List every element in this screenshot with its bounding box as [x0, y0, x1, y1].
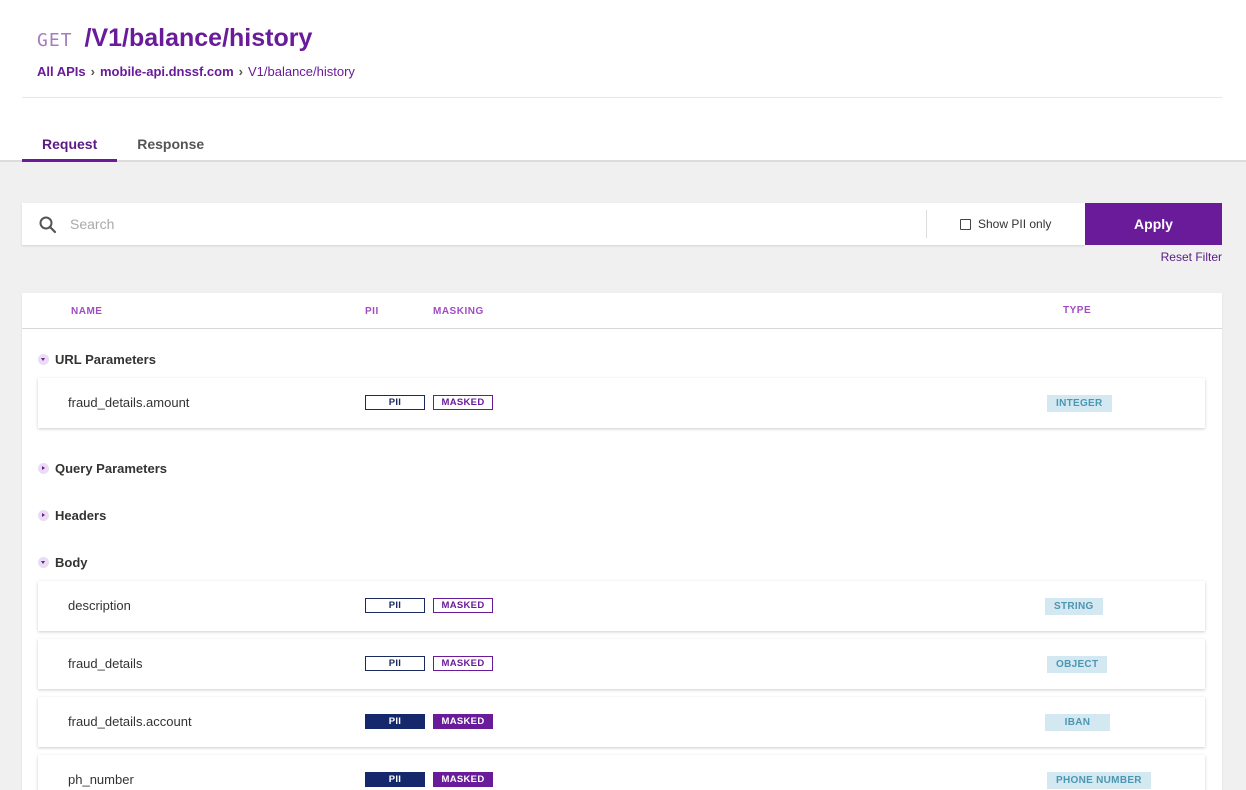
table-row[interactable]: ph_number PII MASKED PHONE NUMBER — [38, 755, 1205, 790]
endpoint-title: GET /V1/balance/history — [37, 24, 312, 53]
table-row[interactable]: fraud_details.account PII MASKED IBAN — [38, 697, 1205, 747]
breadcrumb-host[interactable]: mobile-api.dnssf.com — [100, 64, 234, 79]
reset-filter-link[interactable]: Reset Filter — [1161, 250, 1222, 264]
table-header: NAME PII MASKING TYPE — [22, 293, 1222, 329]
caret-down-icon — [38, 557, 49, 568]
field-name: fraud_details.amount — [68, 395, 190, 410]
pii-badge: PII — [365, 772, 425, 787]
http-method: GET — [37, 30, 73, 51]
filter-bar: Show PII only — [22, 203, 1085, 245]
type-badge: OBJECT — [1047, 656, 1108, 673]
section-label: Body — [55, 555, 88, 570]
masked-badge: MASKED — [433, 714, 493, 729]
section-label: URL Parameters — [55, 352, 156, 367]
show-pii-only-label: Show PII only — [978, 217, 1052, 231]
column-header-name: NAME — [71, 306, 103, 317]
section-headers[interactable]: Headers — [38, 508, 106, 523]
pii-badge: PII — [365, 714, 425, 729]
chevron-right-icon: › — [90, 64, 95, 79]
caret-down-icon — [38, 354, 49, 365]
column-header-type: TYPE — [1063, 305, 1092, 316]
tab-response[interactable]: Response — [117, 126, 224, 162]
chevron-right-icon: › — [238, 64, 243, 79]
caret-right-icon — [38, 510, 49, 521]
table-row[interactable]: fraud_details.amount PII MASKED INTEGER — [38, 378, 1205, 428]
field-name: fraud_details — [68, 656, 143, 671]
masked-badge: MASKED — [433, 598, 493, 613]
breadcrumb: All APIs › mobile-api.dnssf.com › V1/bal… — [37, 64, 355, 79]
masked-badge: MASKED — [433, 772, 493, 787]
endpoint-path: /V1/balance/history — [84, 24, 313, 52]
field-name: fraud_details.account — [68, 714, 192, 729]
fields-table: NAME PII MASKING TYPE URL Parameters fra… — [22, 293, 1222, 790]
breadcrumb-all-apis[interactable]: All APIs — [37, 64, 86, 79]
show-pii-only-checkbox[interactable]: Show PII only — [960, 217, 1051, 231]
apply-button[interactable]: Apply — [1085, 203, 1222, 245]
section-label: Headers — [55, 508, 107, 523]
masked-badge: MASKED — [433, 395, 493, 410]
section-body[interactable]: Body — [38, 555, 88, 570]
search-icon — [39, 216, 57, 234]
section-label: Query Parameters — [55, 461, 168, 476]
caret-right-icon — [38, 463, 49, 474]
type-badge: IBAN — [1045, 714, 1110, 731]
section-query-parameters[interactable]: Query Parameters — [38, 461, 167, 476]
filter-divider — [926, 210, 927, 238]
type-badge: STRING — [1045, 598, 1103, 615]
tab-request[interactable]: Request — [22, 126, 118, 162]
table-row[interactable]: description PII MASKED STRING — [38, 581, 1205, 631]
checkbox-icon[interactable] — [960, 218, 971, 230]
table-row[interactable]: fraud_details PII MASKED OBJECT — [38, 639, 1205, 689]
header-divider — [22, 97, 1222, 98]
search-input[interactable] — [70, 211, 920, 237]
field-name: description — [68, 598, 131, 613]
column-header-masking: MASKING — [433, 306, 484, 317]
masked-badge: MASKED — [433, 656, 493, 671]
pii-badge: PII — [365, 656, 425, 671]
column-header-pii: PII — [365, 306, 379, 317]
pii-badge: PII — [365, 395, 425, 410]
type-badge: INTEGER — [1047, 395, 1112, 412]
tab-bar: Request Response — [22, 126, 224, 162]
field-name: ph_number — [68, 772, 134, 787]
pii-badge: PII — [365, 598, 425, 613]
breadcrumb-current: V1/balance/history — [247, 64, 355, 79]
page-header: GET /V1/balance/history All APIs › mobil… — [0, 0, 1246, 162]
section-url-parameters[interactable]: URL Parameters — [38, 352, 156, 367]
type-badge: PHONE NUMBER — [1047, 772, 1151, 789]
